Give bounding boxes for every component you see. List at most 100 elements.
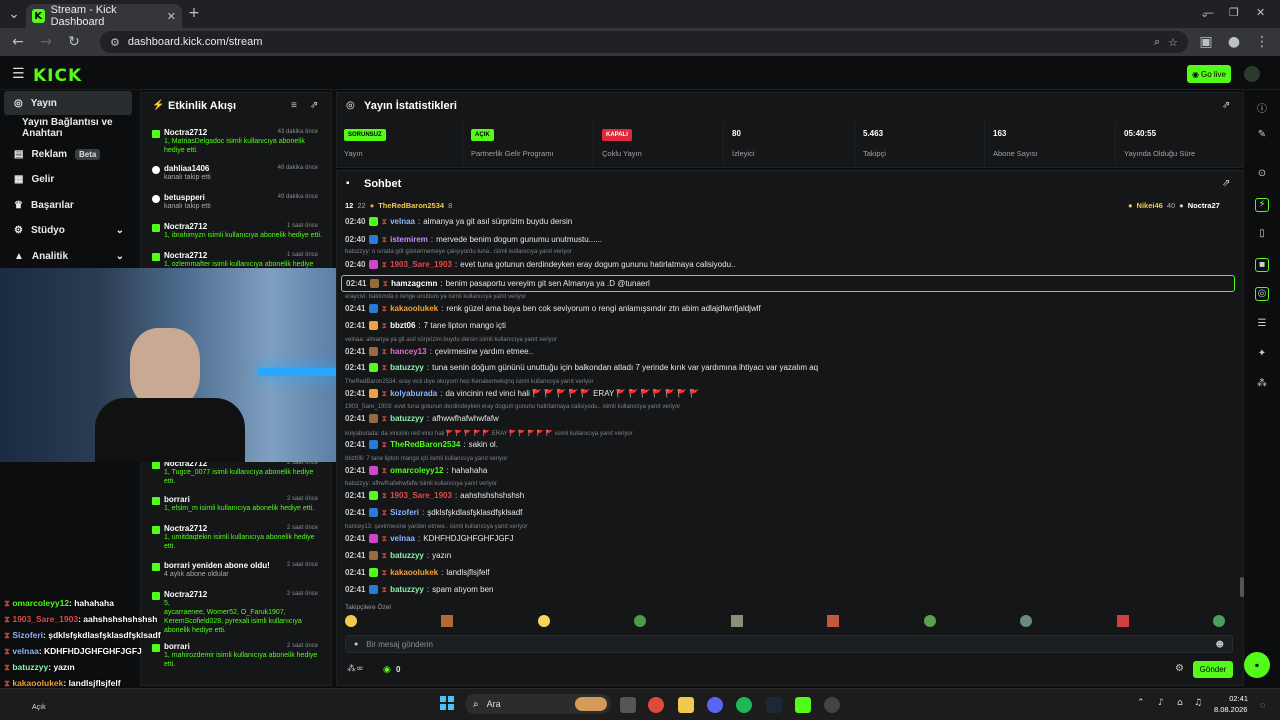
chat-username[interactable]: batuzzyy (390, 362, 424, 373)
chat-username[interactable]: hamzagcmn (391, 278, 437, 289)
menu-dots-icon[interactable]: ⋮ (1252, 34, 1272, 50)
sidebar-item-analytics[interactable]: ▲ Analitik ⌄ (4, 244, 132, 268)
chat-username[interactable]: batuzzyy (390, 413, 424, 424)
chat-username[interactable]: hancey13 (390, 346, 426, 357)
chat-username[interactable]: bbzt06 (390, 320, 415, 331)
obs-icon[interactable] (824, 697, 840, 713)
close-window-icon[interactable]: ✕ (1256, 6, 1265, 19)
reply-context[interactable]: batuzzyy: afhwfhafwhwfafw isimli kullanı… (345, 481, 497, 487)
site-info-icon[interactable]: ⚙ (110, 36, 120, 49)
popout-icon[interactable]: ⇗ (1222, 100, 1230, 111)
document-icon[interactable]: ▯ (1255, 228, 1269, 242)
new-tab-button[interactable]: + (184, 5, 204, 21)
chat-input[interactable]: ● Bir mesaj gönderin ☻ (345, 635, 1233, 653)
sidebar-item-ads[interactable]: ▤ Reklam Beta (4, 142, 132, 166)
tray-chevron-icon[interactable]: ⌃ (1137, 698, 1145, 708)
emote-icon[interactable] (345, 615, 357, 627)
chat-scrollbar[interactable] (1240, 577, 1244, 597)
chat-username[interactable]: velnaa (390, 216, 415, 227)
reply-context[interactable]: batuzzyy: o sırada göt göstermemeye çalı… (345, 249, 572, 255)
minimize-icon[interactable]: — (1203, 6, 1214, 19)
reply-context[interactable]: TheRedBaron2534: eray vicii diye okuyorn… (345, 379, 593, 385)
kick-app-icon[interactable] (795, 697, 811, 713)
info-icon[interactable]: ⓘ (1255, 100, 1269, 115)
reload-icon[interactable]: ↻ (64, 34, 84, 50)
emote-icon[interactable] (441, 615, 454, 627)
emote-icon[interactable] (1212, 615, 1225, 627)
taskbar-search[interactable]: ⌕ Ara (465, 694, 611, 714)
tab-list-icon[interactable]: ⌄ (4, 6, 24, 22)
reply-context[interactable]: 1903_Sare_1903: evet tuna gotunun derdin… (345, 404, 680, 410)
zoom-icon[interactable]: ⌕ (1154, 35, 1160, 49)
volume-icon[interactable]: ♫ (1194, 698, 1202, 708)
filter-icon[interactable]: ≡ (291, 100, 297, 111)
back-icon[interactable]: ← (8, 34, 28, 50)
sidebar-item-studio[interactable]: ⚙ Stüdyo ⌄ (4, 218, 132, 242)
popout-icon[interactable]: ⇗ (1222, 178, 1230, 189)
sidebar-item-stream-key[interactable]: Yayın Bağlantısı ve Anahtarı (4, 116, 132, 140)
start-button[interactable] (440, 696, 454, 710)
chat-username[interactable]: kakaoolukek (390, 303, 438, 314)
chat-icon[interactable]: ▪ (1255, 258, 1269, 272)
user-avatar[interactable] (1244, 66, 1260, 82)
emote-icon[interactable] (730, 615, 743, 627)
send-button[interactable]: Gönder (1193, 661, 1233, 678)
chat-username[interactable]: batuzzyy (390, 584, 424, 595)
reply-context[interactable]: kolyaburada: da vincinin red vinci hali … (345, 430, 633, 437)
clock-date[interactable]: 8.08.2026 (1214, 705, 1247, 714)
network-icon[interactable]: ⌂ (1177, 698, 1183, 708)
kick-logo[interactable]: KICK (33, 66, 82, 86)
share-icon[interactable]: ⁂ (1255, 378, 1269, 392)
chat-username[interactable]: kakaoolukek (390, 567, 438, 578)
bookmark-star-icon[interactable]: ☆ (1168, 36, 1178, 49)
broadcast-icon[interactable]: ◎ (1255, 287, 1269, 301)
emote-icon[interactable] (1116, 615, 1129, 627)
lightning-icon[interactable]: ⚡ (1255, 198, 1269, 212)
camera-icon[interactable]: ⊙ (1255, 168, 1269, 182)
chat-username[interactable]: omarcoleyy12 (390, 465, 443, 476)
discord-icon[interactable] (707, 697, 723, 713)
chat-username[interactable]: 1903_Sare_1903 (390, 259, 452, 270)
sidebar-item-stream[interactable]: ◎ Yayın (4, 91, 132, 115)
chat-username[interactable]: kolyaburada (390, 388, 437, 399)
reply-context[interactable]: velnaa: almanya ya git asıl sürprizim bu… (345, 337, 557, 343)
chat-username[interactable]: 1903_Sare_1903 (390, 490, 452, 501)
wrench-icon[interactable]: ✦ (1255, 348, 1269, 362)
emote-icon[interactable] (923, 615, 936, 627)
storage-icon[interactable]: ☰ (1255, 318, 1269, 332)
emote-icon[interactable] (827, 615, 840, 627)
emote-icon[interactable] (634, 615, 647, 627)
emoji-icon[interactable]: ☻ (1216, 640, 1224, 649)
url-input[interactable]: ⚙ dashboard.kick.com/stream ⌕ ☆ (100, 31, 1188, 53)
steam-icon[interactable] (766, 697, 782, 713)
share-icon[interactable]: ⁂∞ (347, 664, 364, 674)
maximize-icon[interactable]: ❐ (1229, 6, 1239, 19)
sidebar-item-achievements[interactable]: ♛ Başarılar (4, 193, 132, 217)
emote-icon[interactable] (537, 615, 550, 627)
microphone-icon[interactable]: ♪ (1158, 698, 1164, 708)
extensions-icon[interactable]: ▣ (1196, 34, 1216, 50)
go-live-button[interactable]: ◉ Go live (1187, 65, 1231, 83)
emote-icon[interactable] (1020, 615, 1033, 627)
chat-username[interactable]: batuzzyy (390, 550, 424, 561)
chrome-icon[interactable] (648, 697, 664, 713)
reply-context[interactable]: hancey13: çevirmesine yarden etmee.. isi… (345, 524, 527, 530)
popout-icon[interactable]: ⇗ (310, 100, 318, 111)
spotify-icon[interactable] (736, 697, 752, 713)
close-tab-icon[interactable]: ✕ (167, 10, 176, 23)
browser-tab[interactable]: K Stream - Kick Dashboard ✕ (26, 4, 182, 28)
sidebar-item-revenue[interactable]: ▦ Gelir (4, 167, 132, 191)
edit-icon[interactable]: ✎ (1255, 129, 1269, 143)
reply-context[interactable]: eraycivi: baktımda o renge unuttum ya is… (345, 294, 526, 300)
help-chat-button[interactable]: ▪ (1244, 652, 1270, 678)
forward-icon[interactable]: → (36, 34, 56, 50)
chat-username[interactable]: Sizoferi (390, 507, 419, 518)
reply-context[interactable]: bbzt06: 7 tane lipton mango içti isimli … (345, 456, 507, 462)
notification-icon[interactable]: ◌ (1260, 700, 1265, 710)
profile-avatar[interactable]: ● (1224, 34, 1244, 50)
task-view-icon[interactable] (620, 697, 636, 713)
chat-username[interactable]: istemirem (390, 234, 428, 245)
chat-username[interactable]: velnaa (390, 533, 415, 544)
chat-username[interactable]: TheRedBaron2534 (390, 439, 460, 450)
chat-settings-icon[interactable]: ⚙ (1175, 663, 1184, 674)
